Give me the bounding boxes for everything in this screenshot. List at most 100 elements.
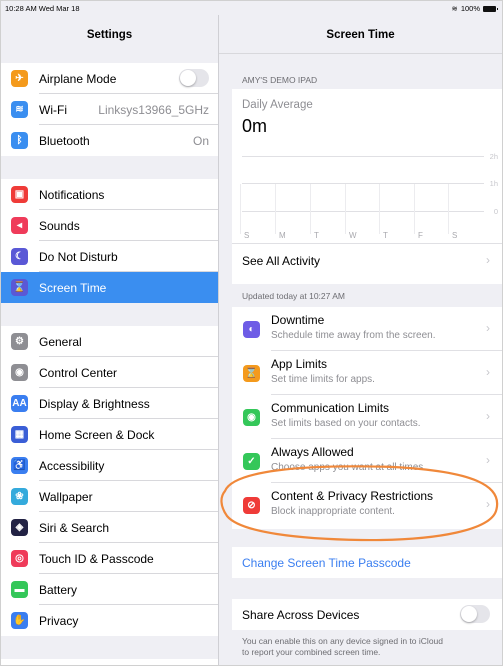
option-title: Communication Limits <box>271 401 390 415</box>
sidebar-item-itunes-app-store[interactable]: AiTunes & App Store <box>1 659 218 665</box>
chart-day-divider <box>275 184 276 234</box>
share-across-devices-label: Share Across Devices <box>242 608 360 622</box>
sidebar-item-siri-search[interactable]: ◈ Siri & Search <box>1 512 218 543</box>
sidebar-item-label: Control Center <box>39 366 118 380</box>
sidebar-item-label: Bluetooth <box>39 134 90 148</box>
sidebar-item-label: Screen Time <box>39 281 107 295</box>
option-subtitle: Set limits based on your contacts. <box>271 418 421 429</box>
chart-label-2h: 2h <box>489 152 498 161</box>
chart-day-label: T <box>314 231 319 240</box>
share-across-devices-row: Share Across Devices <box>232 599 502 630</box>
chart-day-divider <box>345 184 346 234</box>
battery-status-icon <box>483 5 498 12</box>
chart-day-divider <box>414 184 415 234</box>
status-time: 10:28 AM Wed Mar 18 <box>5 4 80 13</box>
accessibility-icon: ♿ <box>11 457 28 474</box>
sidebar-item-notifications[interactable]: ▣ Notifications <box>1 179 218 210</box>
sidebar-item-label: General <box>39 335 82 349</box>
option-title: Content & Privacy Restrictions <box>271 489 434 503</box>
option-subtitle: Block inappropriate content. <box>271 506 395 517</box>
sidebar-item-do-not-disturb[interactable]: ☾ Do Not Disturb <box>1 241 218 272</box>
sidebar-item-value: On <box>192 134 209 148</box>
see-all-activity-label: See All Activity <box>242 254 321 268</box>
header-divider <box>219 53 502 54</box>
sidebar-item-label: Airplane Mode <box>39 72 117 86</box>
option-subtitle: Set time limits for apps. <box>271 374 375 385</box>
sidebar-item-label: Siri & Search <box>39 521 110 535</box>
battery-icon: ▬ <box>11 581 28 598</box>
sounds-icon: ◂ <box>11 217 28 234</box>
display-icon: AA <box>11 395 28 412</box>
page-title: Screen Time <box>326 29 395 41</box>
chart-day-label: T <box>383 231 388 240</box>
chevron-right-icon: › <box>486 365 490 379</box>
daily-average-label: Daily Average <box>242 99 313 111</box>
option-communication-limits[interactable]: ◉ Communication Limits Set limits based on… <box>232 395 502 439</box>
option-title: Downtime <box>271 313 325 327</box>
chart-day-label: M <box>279 231 286 240</box>
sidebar-item-bluetooth[interactable]: ᛒ Bluetooth On <box>1 125 218 156</box>
chart-day-divider <box>310 184 311 234</box>
option-always-allowed[interactable]: ✓ Always Allowed Choose apps you want at a… <box>232 439 502 483</box>
downtime-icon: ◐ <box>243 321 260 338</box>
chart-day-label: W <box>349 231 357 240</box>
status-right: ≋ 100% <box>452 4 498 13</box>
chart-day-label: S <box>244 231 250 240</box>
sidebar-item-wi-fi[interactable]: ≋ Wi-Fi Linksys13966_5GHz <box>1 94 218 125</box>
sidebar-item-privacy[interactable]: ✋ Privacy <box>1 605 218 636</box>
passcode-card[interactable]: Change Screen Time Passcode <box>232 547 502 578</box>
change-passcode-link[interactable]: Change Screen Time Passcode <box>242 556 411 570</box>
wifi-icon: ≋ <box>11 101 28 118</box>
share-across-devices-toggle[interactable] <box>460 605 490 623</box>
checkmark-icon: ✓ <box>243 453 260 470</box>
bluetooth-icon: ᛒ <box>11 132 28 149</box>
option-app-limits[interactable]: ⌛ App Limits Set time limits for apps. › <box>232 351 502 395</box>
chart-label-1h: 1h <box>489 179 498 188</box>
restrictions-icon: ⊘ <box>243 497 260 514</box>
option-content-privacy-restrictions[interactable]: ⊘ Content & Privacy Restrictions Block ina… <box>232 483 502 527</box>
home-screen-icon: ▦ <box>11 426 28 443</box>
daily-average-value: 0m <box>242 116 268 136</box>
updated-timestamp: Updated today at 10:27 AM <box>242 291 346 301</box>
moon-icon: ☾ <box>11 248 28 265</box>
share-note-line-2: to report your combined screen time. <box>242 647 381 657</box>
chevron-right-icon: › <box>486 497 490 511</box>
option-subtitle: Choose apps you want at all times. <box>271 462 427 473</box>
sidebar-item-screen-time[interactable]: ⌛ Screen Time <box>1 272 218 303</box>
gear-icon: ⚙ <box>11 333 28 350</box>
sidebar-title: Settings <box>86 29 133 41</box>
sidebar-item-wallpaper[interactable]: ❀ Wallpaper <box>1 481 218 512</box>
hourglass-icon: ⌛ <box>11 279 28 296</box>
sidebar-item-home-screen-dock[interactable]: ▦ Home Screen & Dock <box>1 419 218 450</box>
share-note-line-1: You can enable this on any device signed… <box>242 636 443 646</box>
chevron-right-icon: › <box>486 253 490 267</box>
chevron-right-icon: › <box>486 453 490 467</box>
airplane-icon: ✈ <box>11 70 28 87</box>
sidebar-item-control-center[interactable]: ◉ Control Center <box>1 357 218 388</box>
chart-day-label: F <box>418 231 423 240</box>
sidebar-item-label: Do Not Disturb <box>39 250 118 264</box>
hand-icon: ✋ <box>11 612 28 629</box>
chevron-right-icon: › <box>486 321 490 335</box>
sidebar-item-label: Touch ID & Passcode <box>39 552 154 566</box>
sidebar-item-battery[interactable]: ▬ Battery <box>1 574 218 605</box>
battery-percent: 100% <box>460 4 480 13</box>
airplane-mode-toggle[interactable] <box>179 69 209 87</box>
screen-time-panel: Screen Time AMY'S DEMO IPAD Daily Averag… <box>219 15 502 665</box>
sidebar-item-sounds[interactable]: ◂ Sounds <box>1 210 218 241</box>
sidebar-item-general[interactable]: ⚙ General <box>1 326 218 357</box>
sidebar-item-label: Wi-Fi <box>39 103 67 117</box>
sidebar-item-label: Wallpaper <box>39 490 93 504</box>
sidebar-item-label: Accessibility <box>39 459 105 473</box>
sidebar-item-label: Sounds <box>39 219 80 233</box>
sidebar-item-touch-id-passcode[interactable]: ◎ Touch ID & Passcode <box>1 543 218 574</box>
sidebar-item-airplane-mode[interactable]: ✈ Airplane Mode <box>1 63 218 94</box>
chevron-right-icon: › <box>486 409 490 423</box>
ipad-screen: 10:28 AM Wed Mar 18 ≋ 100% Settings ✈ Air… <box>0 0 503 666</box>
option-downtime[interactable]: ◐ Downtime Schedule time away from the scr… <box>232 307 502 351</box>
sidebar-item-display-brightness[interactable]: AA Display & Brightness <box>1 388 218 419</box>
chart-gridline-top <box>242 156 484 157</box>
sidebar-item-accessibility[interactable]: ♿ Accessibility <box>1 450 218 481</box>
option-subtitle: Schedule time away from the screen. <box>271 330 436 341</box>
daily-average-card[interactable]: Daily Average 0m 2h 1h 0 S M T W T F S See All… <box>232 89 502 284</box>
